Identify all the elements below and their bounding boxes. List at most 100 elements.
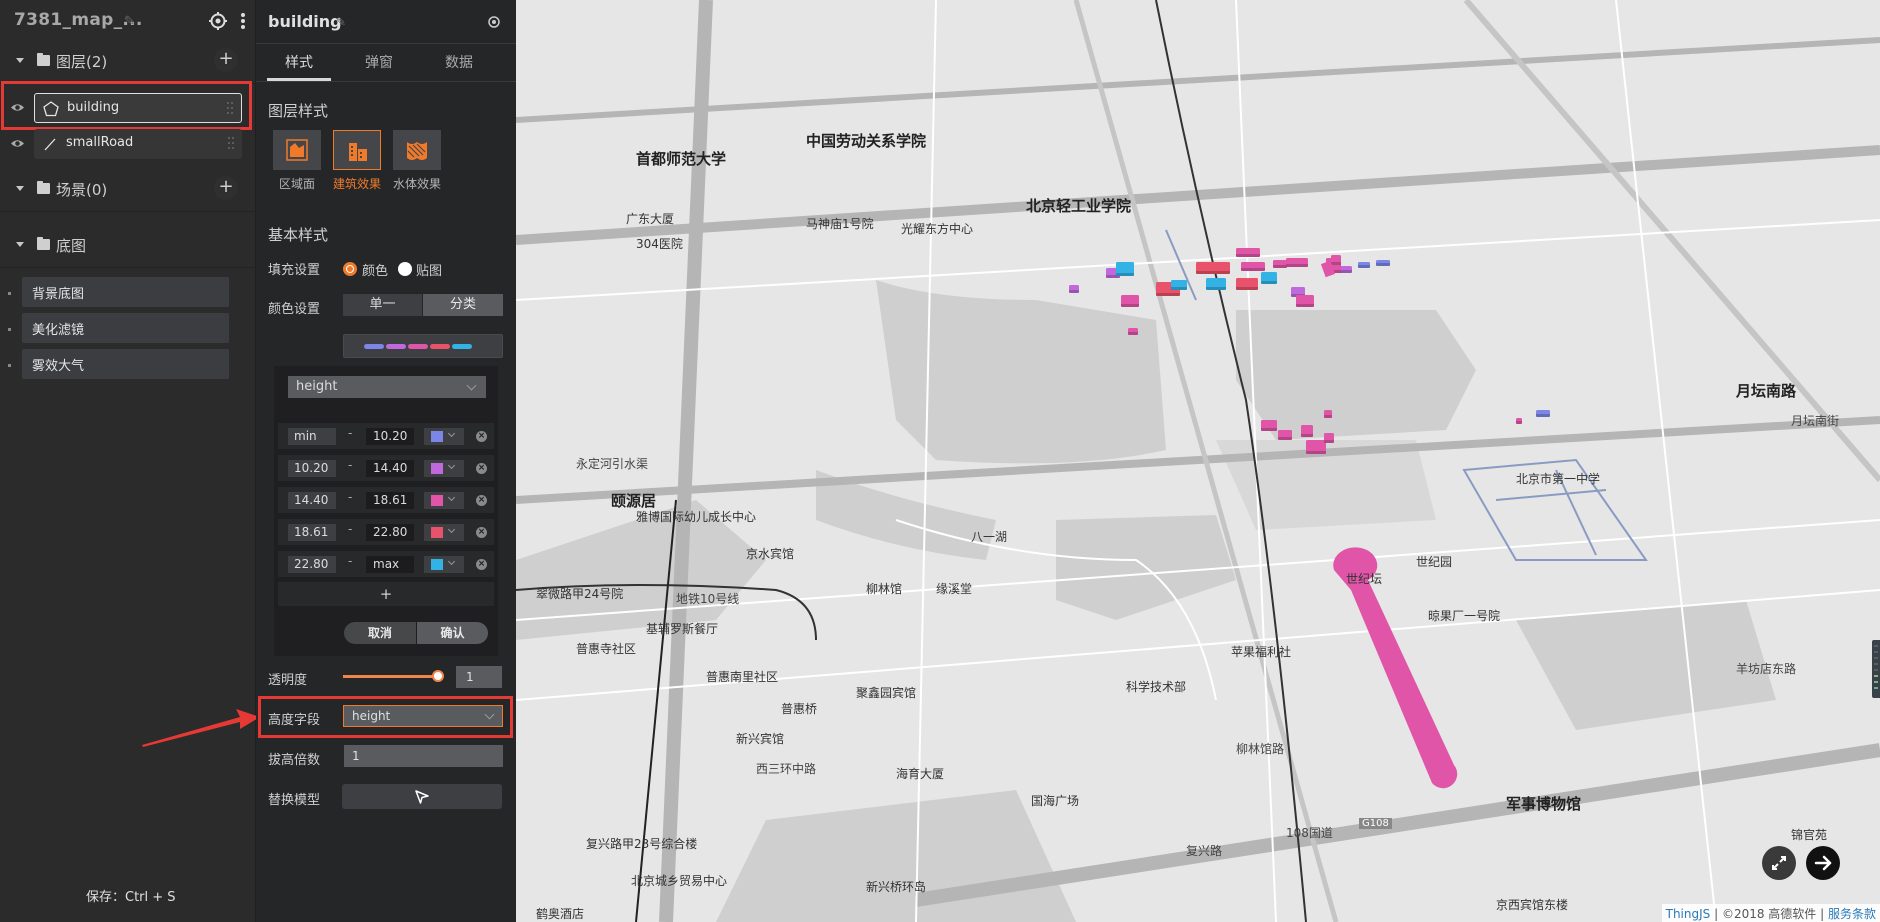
building-shadow xyxy=(1261,281,1277,284)
map-label: 聚鑫园宾馆 xyxy=(856,686,917,700)
range-separator: - xyxy=(348,490,353,504)
height-field-select[interactable]: height xyxy=(343,705,503,727)
caret-down-icon[interactable] xyxy=(16,58,24,63)
fullscreen-button[interactable] xyxy=(1762,846,1796,880)
pencil-icon[interactable]: ✎ xyxy=(124,14,135,29)
map-label: 世纪园 xyxy=(1416,555,1453,569)
basemap-item-label: 背景底图 xyxy=(32,287,85,302)
caret-down-icon[interactable] xyxy=(16,186,24,191)
basemap-item-filter[interactable]: 美化滤镜 xyxy=(22,313,229,343)
folder-icon xyxy=(37,237,50,250)
color-setting-label: 颜色设置 xyxy=(268,302,321,317)
separator: | xyxy=(1710,907,1722,921)
target-icon[interactable] xyxy=(486,14,502,30)
map-viewport[interactable]: 首都师范大学 北京轻工业学院 中国劳动关系学院 广东大厦 马神庙1号院 光耀东方中心 304… xyxy=(516,0,1880,922)
basemap-item-fog[interactable]: 雾效大气 xyxy=(22,349,229,379)
opacity-slider-track[interactable] xyxy=(343,675,439,678)
classification-field-select[interactable]: height xyxy=(288,376,486,398)
more-vertical-icon[interactable] xyxy=(238,11,248,31)
remove-range-icon[interactable]: × xyxy=(476,559,487,570)
range-from-input[interactable]: 14.40 xyxy=(288,492,336,509)
radio-fill-color[interactable] xyxy=(343,262,357,276)
thingjs-link[interactable]: ThingJS xyxy=(1666,907,1711,921)
palette-swatch xyxy=(408,344,428,349)
target-icon[interactable] xyxy=(208,11,228,31)
range-from-input[interactable]: 22.80 xyxy=(288,556,336,573)
eye-icon[interactable] xyxy=(10,138,25,149)
annotation-arrow-icon xyxy=(142,709,260,747)
pencil-icon[interactable]: ✎ xyxy=(336,15,346,29)
range-to-input[interactable]: 14.40 xyxy=(366,460,414,477)
map-label: G108 xyxy=(1359,818,1392,829)
color-mode-single-button[interactable]: 单一 xyxy=(343,294,422,316)
range-from-input[interactable]: 18.61 xyxy=(288,524,336,541)
caret-down-icon[interactable] xyxy=(16,242,24,247)
terms-link[interactable]: 服务条款 xyxy=(1828,907,1876,921)
layers-sidebar: 7381_map_... ✎ 图层(2) + building smallRoa… xyxy=(0,0,260,922)
park-area xyxy=(876,280,1166,464)
tab-data[interactable]: 数据 xyxy=(427,52,491,72)
range-color-picker[interactable] xyxy=(424,428,464,445)
remove-range-icon[interactable]: × xyxy=(476,431,487,442)
panel-title[interactable]: building xyxy=(268,12,342,31)
range-to-input[interactable]: 18.61 xyxy=(366,492,414,509)
layer-item-smallroad[interactable]: smallRoad xyxy=(0,127,256,161)
add-layer-button[interactable]: + xyxy=(214,48,238,72)
range-to-input[interactable]: 10.20 xyxy=(366,428,414,445)
height-multiplier-input[interactable]: 1 xyxy=(344,745,503,767)
basemap-section-header[interactable]: 底图 xyxy=(0,224,256,268)
map-label: 广东大厦 xyxy=(626,212,675,226)
map-label: 复兴路甲23号综合楼 xyxy=(586,837,698,851)
remove-range-icon[interactable]: × xyxy=(476,527,487,538)
map-label: 晾果厂一号院 xyxy=(1428,609,1501,623)
color-swatch xyxy=(431,431,443,442)
map-label: 新兴宾馆 xyxy=(736,732,785,746)
building-shadow xyxy=(1324,415,1332,418)
remove-range-icon[interactable]: × xyxy=(476,495,487,506)
range-color-picker[interactable] xyxy=(424,492,464,509)
style-option-area[interactable] xyxy=(273,130,321,170)
range-color-picker[interactable] xyxy=(424,524,464,541)
map-label: 八一湖 xyxy=(971,530,1008,544)
range-from-input[interactable]: min xyxy=(288,428,336,445)
building-shadow xyxy=(1301,434,1313,437)
range-color-picker[interactable] xyxy=(424,556,464,573)
zoom-level-gauge[interactable] xyxy=(1872,640,1880,698)
layers-section-header[interactable]: 图层(2) + xyxy=(0,40,256,84)
color-mode-category-button[interactable]: 分类 xyxy=(423,294,503,316)
building-shadow xyxy=(1241,268,1265,271)
style-option-water[interactable] xyxy=(393,130,441,170)
add-scene-button[interactable]: + xyxy=(214,176,238,200)
basemap-item-background[interactable]: 背景底图 xyxy=(22,277,229,307)
building-shadow xyxy=(1121,304,1139,307)
map-label: 月坛南路 xyxy=(1736,382,1797,400)
radio-label: 贴图 xyxy=(416,264,443,279)
tab-popup[interactable]: 弹窗 xyxy=(347,52,411,72)
map-label: 月坛南街 xyxy=(1791,414,1840,428)
map-basemap xyxy=(516,0,1880,922)
building-shadow xyxy=(1324,440,1334,443)
radio-fill-texture[interactable] xyxy=(398,262,412,276)
next-button[interactable] xyxy=(1806,846,1840,880)
block-area xyxy=(716,790,1076,922)
range-from-input[interactable]: 10.20 xyxy=(288,460,336,477)
style-option-building[interactable] xyxy=(333,130,381,170)
range-to-input[interactable]: max xyxy=(366,556,414,573)
scenes-section-header[interactable]: 场景(0) + xyxy=(0,168,256,212)
arrow-right-icon xyxy=(1814,855,1832,871)
replace-model-button[interactable] xyxy=(342,784,502,809)
map-label: 基辅罗斯餐厅 xyxy=(646,622,719,636)
drag-handle-icon[interactable] xyxy=(228,137,234,149)
copyright-text: ©2018 高德软件 xyxy=(1721,907,1817,921)
layer-box[interactable]: smallRoad xyxy=(34,129,242,159)
cancel-button[interactable]: 取消 xyxy=(344,622,416,644)
remove-range-icon[interactable]: × xyxy=(476,463,487,474)
opacity-input[interactable]: 1 xyxy=(456,666,502,688)
range-to-input[interactable]: 22.80 xyxy=(366,524,414,541)
add-range-button[interactable]: + xyxy=(278,582,494,606)
confirm-button[interactable]: 确认 xyxy=(417,622,488,644)
opacity-slider-thumb[interactable] xyxy=(432,670,444,682)
tab-style[interactable]: 样式 xyxy=(267,52,331,72)
color-palette-picker[interactable] xyxy=(343,334,503,358)
range-color-picker[interactable] xyxy=(424,460,464,477)
